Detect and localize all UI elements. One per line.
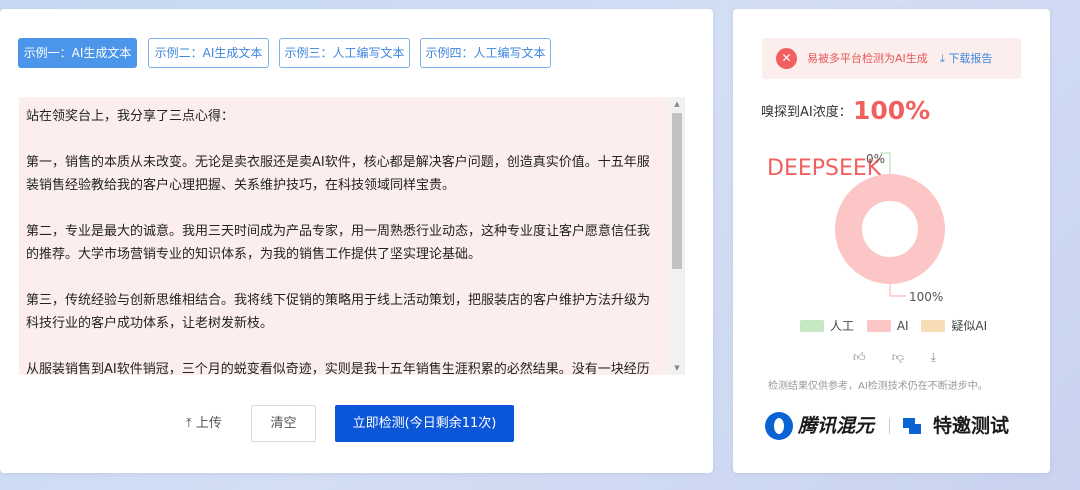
legend-item-suspected-ai: 疑似AI (921, 318, 987, 334)
download-icon: ⤓ (940, 52, 945, 65)
legend-swatch (800, 320, 824, 332)
input-panel: 示例一：AI生成文本 示例二：AI生成文本 示例三：人工编写文本 示例四：人工编… (0, 9, 713, 473)
brand-name-special-test: 特邀测试 (933, 415, 1010, 437)
legend-swatch (921, 320, 946, 332)
legend-item-human: 人工 (800, 318, 854, 334)
result-panel: ✕ 易被多平台检测为AI生成 ⤓ 下载报告 嗅探到AI浓度： 100% DEEP… (733, 9, 1050, 473)
tab-example-2[interactable]: 示例二：AI生成文本 (148, 38, 269, 68)
ai-ratio-donut-chart: DEEPSEEK0% 100% (767, 152, 945, 304)
upload-button[interactable]: ⤒ 上传 (186, 414, 222, 434)
upload-label: 上传 (195, 416, 222, 431)
text-input-area[interactable]: 站在领奖台上，我分享了三点心得： 第一，销售的本质从未改变。无论是卖衣服还是卖A… (19, 97, 669, 375)
score-label: 嗅探到AI浓度： (761, 105, 852, 120)
text-paragraph: 第三，传统经验与创新思维相结合。我将线下促销的策略用于线上活动策划，把服装店的客… (26, 293, 651, 331)
score-value: 100% (853, 96, 931, 125)
label-leader-bottom (889, 284, 906, 297)
legend-label: AI (896, 319, 909, 333)
special-test-logo-icon (903, 418, 921, 434)
feedback-icons: 👍︎ 👎︎ ⤓ (853, 350, 966, 368)
thumbs-up-icon[interactable]: 👍︎ (853, 350, 888, 365)
legend-label: 疑似AI (951, 319, 988, 333)
thumbs-down-icon[interactable]: 👎︎ (892, 350, 927, 365)
detection-alert: ✕ 易被多平台检测为AI生成 ⤓ 下载报告 (762, 38, 1021, 79)
scroll-down-icon[interactable]: ▼ (669, 361, 685, 375)
brand-name-hunyuan: 腾讯混元 (798, 415, 875, 437)
text-paragraph: 第二，专业是最大的诚意。我用三天时间成为产品专家，用一周熟悉行业动态，这种专业度… (26, 224, 651, 262)
legend-swatch (866, 320, 891, 332)
detect-button[interactable]: 立即检测(今日剩余11次) (335, 405, 514, 442)
data-label-human: 0% (866, 152, 885, 166)
scroll-up-icon[interactable]: ▲ (669, 97, 685, 111)
tab-example-3[interactable]: 示例三：人工编写文本 (279, 38, 410, 68)
disclaimer-text: 检测结果仅供参考，AI检测技术仍在不断进步中。 (768, 381, 988, 392)
hunyuan-logo-icon (765, 412, 793, 440)
error-x-icon: ✕ (776, 48, 797, 69)
data-label-ai: 100% (909, 290, 943, 304)
tab-example-1[interactable]: 示例一：AI生成文本 (18, 38, 137, 68)
text-paragraph: 从服装销售到AI软件销冠，三个月的蜕变看似奇迹，实则是我十五年销售生涯积累的必然… (26, 362, 650, 375)
legend-label: 人工 (830, 319, 855, 333)
download-label: 下载报告 (948, 52, 993, 65)
upload-arrow-icon: ⤒ (186, 416, 192, 431)
legend-item-ai: AI (866, 318, 909, 334)
donut-slice-1 (835, 174, 945, 284)
brand-divider (889, 418, 890, 434)
text-paragraph: 第一，销售的本质从未改变。无论是卖衣服还是卖AI软件，核心都是解决客户问题，创造… (26, 155, 650, 193)
text-scrollbar[interactable]: ▲ ▼ (669, 97, 685, 375)
clear-button[interactable]: 清空 (251, 405, 316, 442)
text-paragraph: 站在领奖台上，我分享了三点心得： (26, 109, 235, 124)
tab-example-4[interactable]: 示例四：人工编写文本 (420, 38, 551, 68)
download-icon[interactable]: ⤓ (931, 350, 966, 365)
chart-legend: 人工 AI 疑似AI (800, 318, 996, 334)
download-report-link[interactable]: ⤓ 下载报告 (940, 50, 992, 67)
scroll-thumb[interactable] (672, 113, 682, 269)
alert-text: 易被多平台检测为AI生成 (807, 52, 928, 65)
deepseek-watermark: DEEPSEEK (767, 156, 882, 181)
